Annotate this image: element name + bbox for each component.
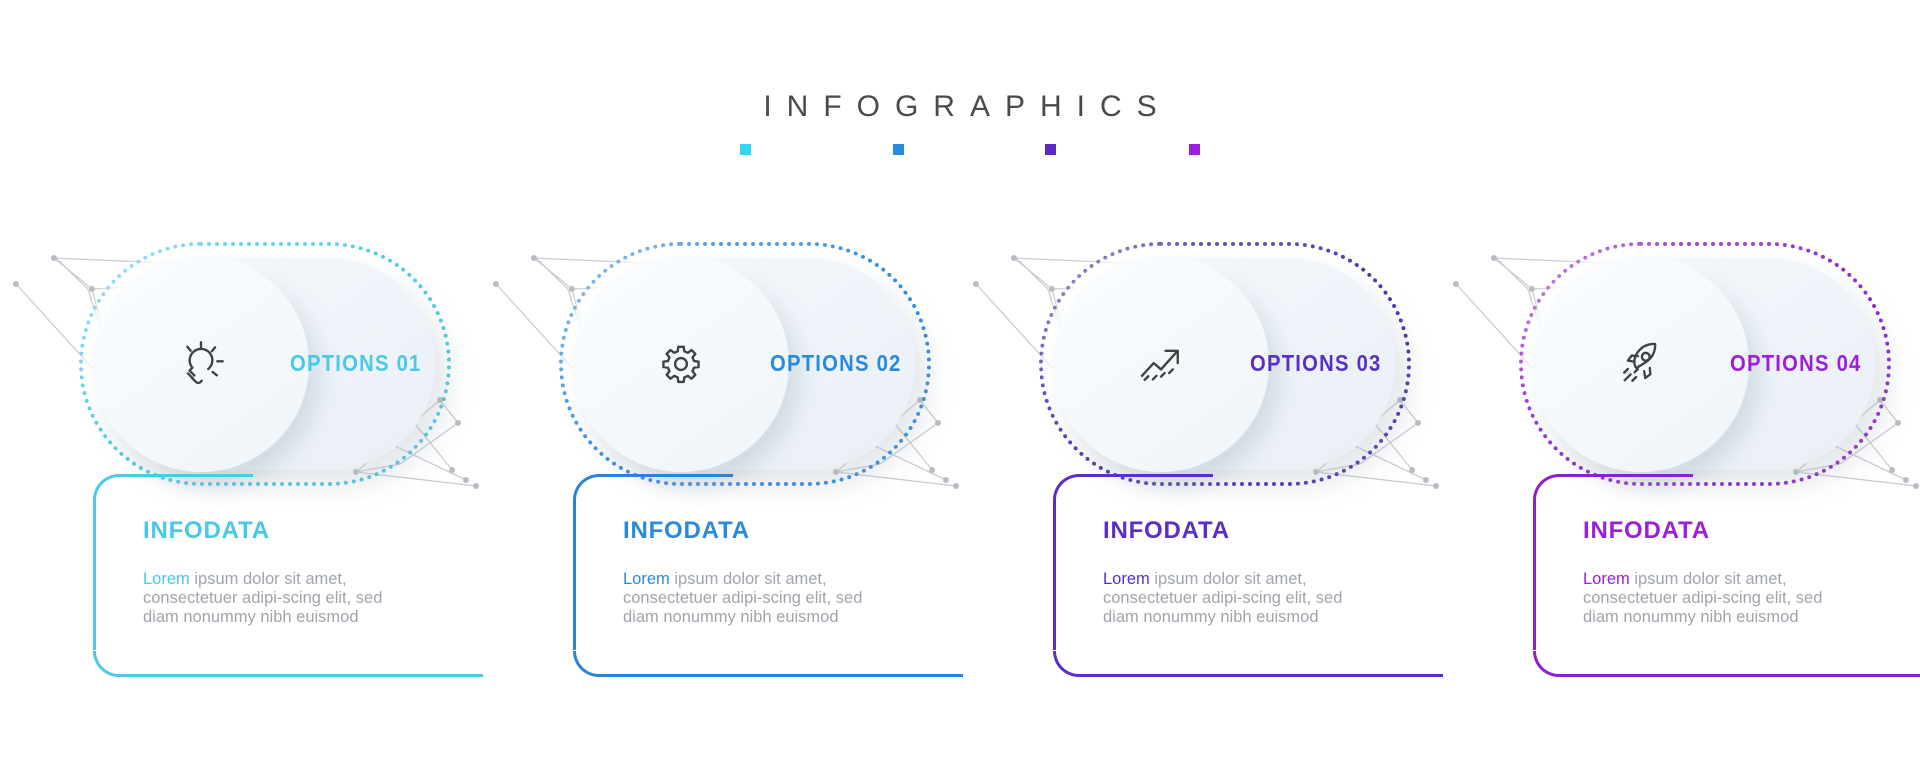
info-body-lead: Lorem: [623, 570, 670, 588]
icon-circle[interactable]: [93, 256, 309, 472]
trending-up-icon: [1140, 349, 1179, 382]
frame-corner-tl: [1533, 474, 1559, 500]
frame-top: [599, 474, 733, 477]
info-heading: INFODATA: [1583, 517, 1710, 544]
info-body-lead: Lorem: [1583, 570, 1630, 588]
frame-left: [573, 500, 576, 650]
frame-top: [1559, 474, 1693, 477]
gear-icon: [662, 345, 700, 384]
lightbulb-icon: [186, 341, 224, 385]
frame-corner-bl: [573, 651, 599, 677]
frame-top: [119, 474, 253, 477]
option-label: OPTIONS 04: [1730, 350, 1862, 376]
frame-corner-tl: [573, 474, 599, 500]
info-body: Lorem ipsum dolor sit amet, consectetuer…: [1103, 570, 1353, 627]
frame-corner-bl: [1533, 651, 1559, 677]
infographic-card-3[interactable]: OPTIONS 03 INFODATA Lorem ipsum dolor sit …: [960, 0, 1443, 768]
frame-top: [1079, 474, 1213, 477]
frame-corner-tl: [1053, 474, 1079, 500]
frame-left: [1053, 500, 1056, 650]
frame-bottom: [1559, 674, 1920, 677]
frame-corner-bl: [1053, 651, 1079, 677]
frame-left: [93, 500, 96, 650]
info-body-lead: Lorem: [143, 570, 190, 588]
frame-bottom: [599, 674, 963, 677]
infographic-card-2[interactable]: OPTIONS 02 INFODATA Lorem ipsum dolor sit …: [480, 0, 963, 768]
info-heading: INFODATA: [1103, 517, 1230, 544]
frame-corner-tl: [93, 474, 119, 500]
info-body-lead: Lorem: [1103, 570, 1150, 588]
option-label: OPTIONS 02: [770, 350, 902, 376]
frame-bottom: [119, 674, 483, 677]
frame-corner-bl: [93, 651, 119, 677]
rocket-icon: [1623, 342, 1657, 382]
info-heading: INFODATA: [143, 517, 270, 544]
option-label: OPTIONS 01: [290, 350, 422, 376]
info-heading: INFODATA: [623, 517, 750, 544]
info-body: Lorem ipsum dolor sit amet, consectetuer…: [623, 570, 873, 627]
icon-circle[interactable]: [573, 256, 789, 472]
infographic-card-4[interactable]: OPTIONS 04 INFODATA Lorem ipsum dolor sit …: [1440, 0, 1920, 768]
icon-circle[interactable]: [1053, 256, 1269, 472]
infographic-card-1[interactable]: OPTIONS 01 INFODATA Lorem ipsum dolor sit …: [0, 0, 483, 768]
info-body: Lorem ipsum dolor sit amet, consectetuer…: [1583, 570, 1833, 627]
option-label: OPTIONS 03: [1250, 350, 1382, 376]
icon-circle[interactable]: [1533, 256, 1749, 472]
info-body: Lorem ipsum dolor sit amet, consectetuer…: [143, 570, 393, 627]
frame-bottom: [1079, 674, 1443, 677]
frame-left: [1533, 500, 1536, 650]
infographic-card-row: OPTIONS 01 INFODATA Lorem ipsum dolor sit …: [0, 0, 1920, 768]
